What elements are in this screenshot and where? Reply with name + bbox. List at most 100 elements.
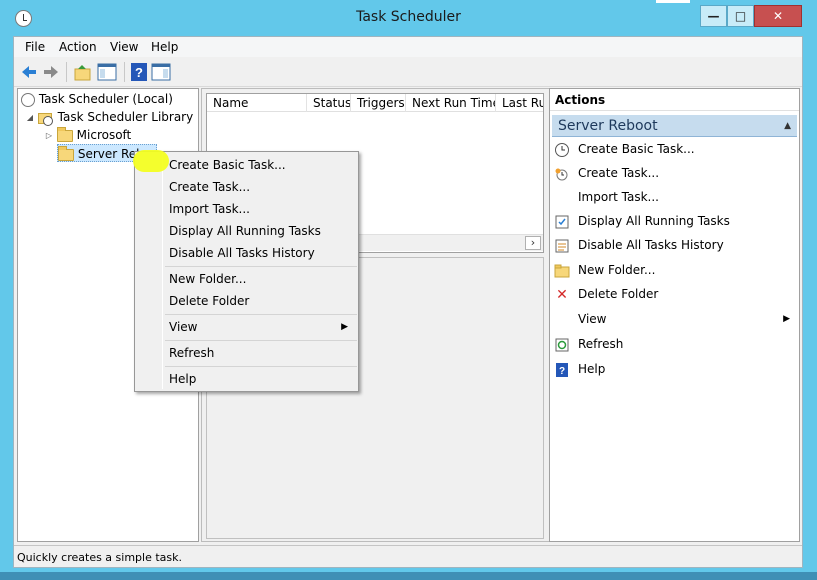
submenu-arrow-icon: ▶ xyxy=(341,322,348,332)
action-disable-history[interactable]: Disable All Tasks History xyxy=(554,235,794,259)
action-label: Create Task... xyxy=(578,166,660,180)
action-help[interactable]: ? Help xyxy=(554,359,794,383)
blank-icon xyxy=(554,190,570,206)
action-label: Create Basic Task... xyxy=(578,142,695,156)
tree-item-microsoft[interactable]: ▷ Microsoft xyxy=(45,126,131,144)
tree-label-root: Task Scheduler (Local) xyxy=(38,92,173,106)
menu-separator xyxy=(165,366,357,367)
action-label: Help xyxy=(578,362,606,376)
column-header-next-run-time[interactable]: Next Run Time xyxy=(406,94,496,112)
action-label: Delete Folder xyxy=(578,287,659,301)
ctx-new-folder[interactable]: New Folder... xyxy=(169,268,354,290)
menu-separator xyxy=(165,314,357,315)
help-icon[interactable]: ? xyxy=(128,61,150,83)
context-menu: Create Basic Task... Create Task... Impo… xyxy=(134,151,359,392)
action-create-task[interactable]: Create Task... xyxy=(554,163,794,187)
title-bar[interactable]: Task Scheduler — □ ✕ xyxy=(0,0,817,36)
refresh-icon xyxy=(554,337,570,353)
actions-pane: Actions Server Reboot ▲ Create Basic Tas… xyxy=(549,88,800,542)
delete-icon: ✕ xyxy=(556,286,568,303)
actions-section-title: Server Reboot xyxy=(558,118,658,134)
action-label: View xyxy=(578,312,607,326)
action-label: Disable All Tasks History xyxy=(578,238,724,252)
ctx-disable-history[interactable]: Disable All Tasks History xyxy=(169,242,354,264)
scroll-right-icon[interactable]: › xyxy=(525,236,541,250)
folder-icon xyxy=(58,145,74,161)
action-view[interactable]: View ▶ xyxy=(554,309,794,333)
menu-action[interactable]: Action xyxy=(59,40,97,54)
forward-icon[interactable] xyxy=(40,61,62,83)
action-refresh[interactable]: Refresh xyxy=(554,334,794,358)
action-display-running-tasks[interactable]: Display All Running Tasks xyxy=(554,211,794,235)
tree-label-microsoft: Microsoft xyxy=(76,128,132,142)
task-list-header: Name Status Triggers Next Run Time Last … xyxy=(207,94,543,112)
running-tasks-icon xyxy=(554,214,570,230)
collapse-arrow-icon[interactable]: ◢ xyxy=(26,109,34,127)
title-bar-accent xyxy=(656,0,690,3)
menu-separator xyxy=(165,266,357,267)
column-header-triggers[interactable]: Triggers xyxy=(351,94,406,112)
ctx-display-running-tasks[interactable]: Display All Running Tasks xyxy=(169,220,354,242)
svg-text:?: ? xyxy=(559,366,565,377)
create-task-icon xyxy=(554,166,570,182)
action-delete-folder[interactable]: ✕ Delete Folder xyxy=(554,284,794,308)
show-hide-action-pane-icon[interactable] xyxy=(150,61,172,83)
taskbar xyxy=(0,572,817,580)
app-window: Task Scheduler — □ ✕ File Action View He… xyxy=(0,0,817,572)
library-folder-icon xyxy=(37,111,54,126)
collapse-section-icon[interactable]: ▲ xyxy=(784,115,791,137)
action-label: Refresh xyxy=(578,337,624,351)
close-button[interactable]: ✕ xyxy=(754,5,802,27)
ctx-create-task[interactable]: Create Task... xyxy=(169,176,354,198)
blank-icon xyxy=(554,312,570,328)
ctx-view[interactable]: View ▶ xyxy=(169,316,354,338)
status-text: Quickly creates a simple task. xyxy=(17,551,183,564)
toolbar-separator xyxy=(124,62,125,82)
minimize-button[interactable]: — xyxy=(700,5,727,27)
action-create-basic-task[interactable]: Create Basic Task... xyxy=(554,139,794,163)
action-import-task[interactable]: Import Task... xyxy=(554,187,794,211)
tree-item-root[interactable]: Task Scheduler (Local) xyxy=(21,90,173,108)
ctx-import-task[interactable]: Import Task... xyxy=(169,198,354,220)
ctx-create-basic-task[interactable]: Create Basic Task... xyxy=(169,154,354,176)
toolbar: ? xyxy=(14,57,802,87)
svg-text:?: ? xyxy=(135,65,143,80)
menu-file[interactable]: File xyxy=(25,40,45,54)
menu-separator xyxy=(165,340,357,341)
tree-label-library: Task Scheduler Library xyxy=(57,110,194,124)
action-label: New Folder... xyxy=(578,263,656,277)
ctx-help[interactable]: Help xyxy=(169,368,354,390)
help-icon: ? xyxy=(554,362,570,378)
maximize-button[interactable]: □ xyxy=(727,5,754,27)
action-label: Import Task... xyxy=(578,190,659,204)
column-header-last-run[interactable]: Last Ru xyxy=(496,94,543,112)
ctx-refresh[interactable]: Refresh xyxy=(169,342,354,364)
column-header-status[interactable]: Status xyxy=(307,94,351,112)
toolbar-separator xyxy=(66,62,67,82)
action-new-folder[interactable]: New Folder... xyxy=(554,260,794,284)
column-header-name[interactable]: Name xyxy=(207,94,307,112)
folder-icon xyxy=(554,263,570,279)
ctx-delete-folder[interactable]: Delete Folder xyxy=(169,290,354,312)
status-bar: Quickly creates a simple task. xyxy=(14,545,802,567)
up-folder-icon[interactable] xyxy=(72,61,94,83)
menu-view[interactable]: View xyxy=(110,40,138,54)
highlighter-mark xyxy=(133,150,169,172)
history-icon xyxy=(554,238,570,254)
submenu-arrow-icon: ▶ xyxy=(783,314,790,324)
clock-icon xyxy=(21,92,35,107)
actions-section-server-reboot[interactable]: Server Reboot ▲ xyxy=(552,115,797,137)
context-menu-gutter xyxy=(162,154,163,389)
tree-item-library[interactable]: ◢ Task Scheduler Library xyxy=(26,108,193,126)
ctx-view-label: View xyxy=(169,320,198,334)
show-hide-console-tree-icon[interactable] xyxy=(96,61,118,83)
expand-arrow-icon[interactable]: ▷ xyxy=(45,127,53,145)
action-label: Display All Running Tasks xyxy=(578,214,730,228)
back-icon[interactable] xyxy=(18,61,40,83)
actions-header: Actions xyxy=(550,89,799,111)
create-basic-task-icon xyxy=(554,142,570,158)
window-title: Task Scheduler xyxy=(356,9,461,25)
menu-bar: File Action View Help xyxy=(14,37,802,57)
client-area: File Action View Help ? Task Scheduler (… xyxy=(13,36,803,568)
menu-help[interactable]: Help xyxy=(151,40,178,54)
